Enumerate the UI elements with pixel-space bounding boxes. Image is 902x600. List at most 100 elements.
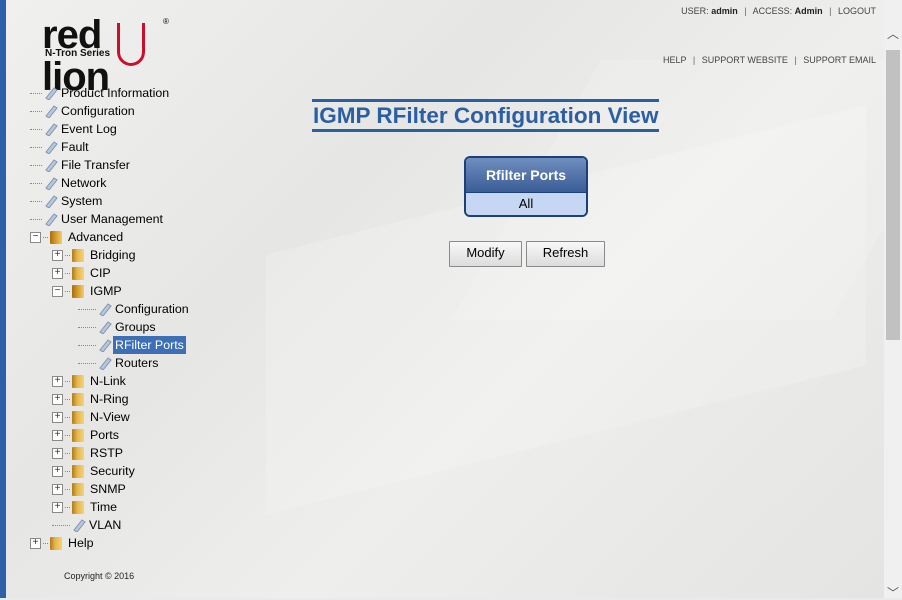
expand-toggle-icon[interactable]: + xyxy=(52,267,63,279)
refresh-button[interactable]: Refresh xyxy=(526,241,605,267)
tree-item-fault[interactable]: Fault xyxy=(30,138,91,156)
tree-item-user-management[interactable]: User Management xyxy=(30,210,165,228)
tree-line xyxy=(65,452,70,454)
tree-item-cip[interactable]: + CIP xyxy=(52,264,113,282)
tree-item-igmp-routers[interactable]: Routers xyxy=(78,354,160,372)
tree-item-system[interactable]: System xyxy=(30,192,104,210)
document-icon xyxy=(99,303,112,316)
tree-item-igmp-rfilter-ports[interactable]: RFilter Ports xyxy=(78,336,186,354)
tree-line xyxy=(65,416,70,418)
tree-item-file-transfer[interactable]: File Transfer xyxy=(30,156,132,174)
separator: | xyxy=(692,55,696,65)
access-value: Admin xyxy=(794,6,823,16)
scrollbar-thumb[interactable] xyxy=(886,50,900,340)
copyright-text: Copyright © 2016 xyxy=(64,571,135,581)
tree-line xyxy=(30,182,42,184)
tree-label: N-Ring xyxy=(90,392,129,406)
tree-label: VLAN xyxy=(89,518,122,532)
scroll-up-icon[interactable]: ︿ xyxy=(887,28,899,40)
folder-icon xyxy=(72,410,84,424)
tree-line xyxy=(78,308,96,310)
tree-line xyxy=(65,488,70,490)
expand-toggle-icon[interactable]: + xyxy=(52,501,63,513)
document-icon xyxy=(45,87,58,100)
expand-toggle-icon[interactable]: + xyxy=(52,447,63,459)
help-links-bar: HELP | SUPPORT WEBSITE | SUPPORT EMAIL xyxy=(663,55,876,65)
tree-line xyxy=(65,290,70,292)
help-link[interactable]: HELP xyxy=(663,55,686,65)
document-icon xyxy=(45,159,58,172)
tree-item-network[interactable]: Network xyxy=(30,174,108,192)
tree-item-bridging[interactable]: + Bridging xyxy=(52,246,137,264)
expand-toggle-icon[interactable]: + xyxy=(52,411,63,423)
tree-item-n-view[interactable]: + N-View xyxy=(52,408,132,426)
tree-label: N-Link xyxy=(90,374,126,388)
tree-item-configuration[interactable]: Configuration xyxy=(30,102,137,120)
collapse-toggle-icon[interactable]: − xyxy=(30,231,41,243)
tree-line xyxy=(65,434,70,436)
tree-item-security[interactable]: + Security xyxy=(52,462,137,480)
tree-line xyxy=(65,506,70,508)
folder-open-icon xyxy=(72,284,84,298)
tree-label: User Management xyxy=(61,212,163,226)
expand-toggle-icon[interactable]: + xyxy=(52,429,63,441)
tree-item-help[interactable]: + Help xyxy=(30,534,95,552)
tree-item-advanced[interactable]: − Advanced xyxy=(30,228,125,246)
tree-item-rstp[interactable]: + RSTP xyxy=(52,444,125,462)
collapse-toggle-icon[interactable]: − xyxy=(52,285,63,297)
expand-toggle-icon[interactable]: + xyxy=(52,393,63,405)
tree-item-time[interactable]: + Time xyxy=(52,498,119,516)
table-header: Rfilter Ports xyxy=(466,158,586,192)
support-email-link[interactable]: SUPPORT EMAIL xyxy=(803,55,876,65)
tree-item-event-log[interactable]: Event Log xyxy=(30,120,119,138)
table-cell: All xyxy=(466,192,586,215)
tree-item-igmp-groups[interactable]: Groups xyxy=(78,318,158,336)
folder-icon xyxy=(72,266,84,280)
tree-line xyxy=(65,470,70,472)
document-icon xyxy=(99,357,112,370)
tree-line xyxy=(30,128,42,130)
tree-item-product-information[interactable]: Product Information xyxy=(30,84,171,102)
tree-line xyxy=(30,92,42,94)
tree-label: Fault xyxy=(61,140,89,154)
tree-line xyxy=(30,110,42,112)
logout-link[interactable]: LOGOUT xyxy=(838,6,876,16)
tree-item-n-link[interactable]: + N-Link xyxy=(52,372,128,390)
tree-label: Advanced xyxy=(68,230,124,244)
tree-label: N-View xyxy=(90,410,130,424)
scroll-down-icon[interactable]: ﹀ xyxy=(887,587,899,599)
expand-toggle-icon[interactable]: + xyxy=(52,375,63,387)
tree-item-igmp-configuration[interactable]: Configuration xyxy=(78,300,191,318)
tree-item-igmp[interactable]: − IGMP xyxy=(52,282,124,300)
folder-icon xyxy=(72,482,84,496)
tree-item-snmp[interactable]: + SNMP xyxy=(52,480,128,498)
support-website-link[interactable]: SUPPORT WEBSITE xyxy=(702,55,788,65)
tree-label: CIP xyxy=(90,266,111,280)
expand-toggle-icon[interactable]: + xyxy=(52,465,63,477)
tree-label: Configuration xyxy=(61,104,135,118)
folder-icon xyxy=(72,428,84,442)
tree-item-vlan[interactable]: VLAN xyxy=(52,516,123,534)
expand-toggle-icon[interactable]: + xyxy=(52,483,63,495)
user-value: admin xyxy=(711,6,738,16)
modify-button[interactable]: Modify xyxy=(449,241,522,267)
tree-line xyxy=(30,218,42,220)
folder-icon xyxy=(72,446,84,460)
expand-toggle-icon[interactable]: + xyxy=(52,249,63,261)
tree-item-n-ring[interactable]: + N-Ring xyxy=(52,390,131,408)
document-icon xyxy=(45,123,58,136)
expand-toggle-icon[interactable]: + xyxy=(30,537,41,549)
tree-label: Product Information xyxy=(61,86,170,100)
vertical-scrollbar[interactable]: ︿ ﹀ xyxy=(884,0,902,599)
tree-item-ports[interactable]: + Ports xyxy=(52,426,121,444)
logo-arc xyxy=(117,23,145,66)
separator: | xyxy=(829,6,832,16)
folder-icon xyxy=(72,248,84,262)
rfilter-ports-table: Rfilter Ports All xyxy=(464,156,588,217)
red-lion-logo: red lion ® N-Tron Series xyxy=(42,14,169,98)
separator: | xyxy=(794,55,797,65)
tree-label-selected: RFilter Ports xyxy=(113,336,186,354)
tree-label: Configuration xyxy=(115,302,189,316)
document-icon xyxy=(45,141,58,154)
logo-subtitle: N-Tron Series xyxy=(45,48,111,59)
